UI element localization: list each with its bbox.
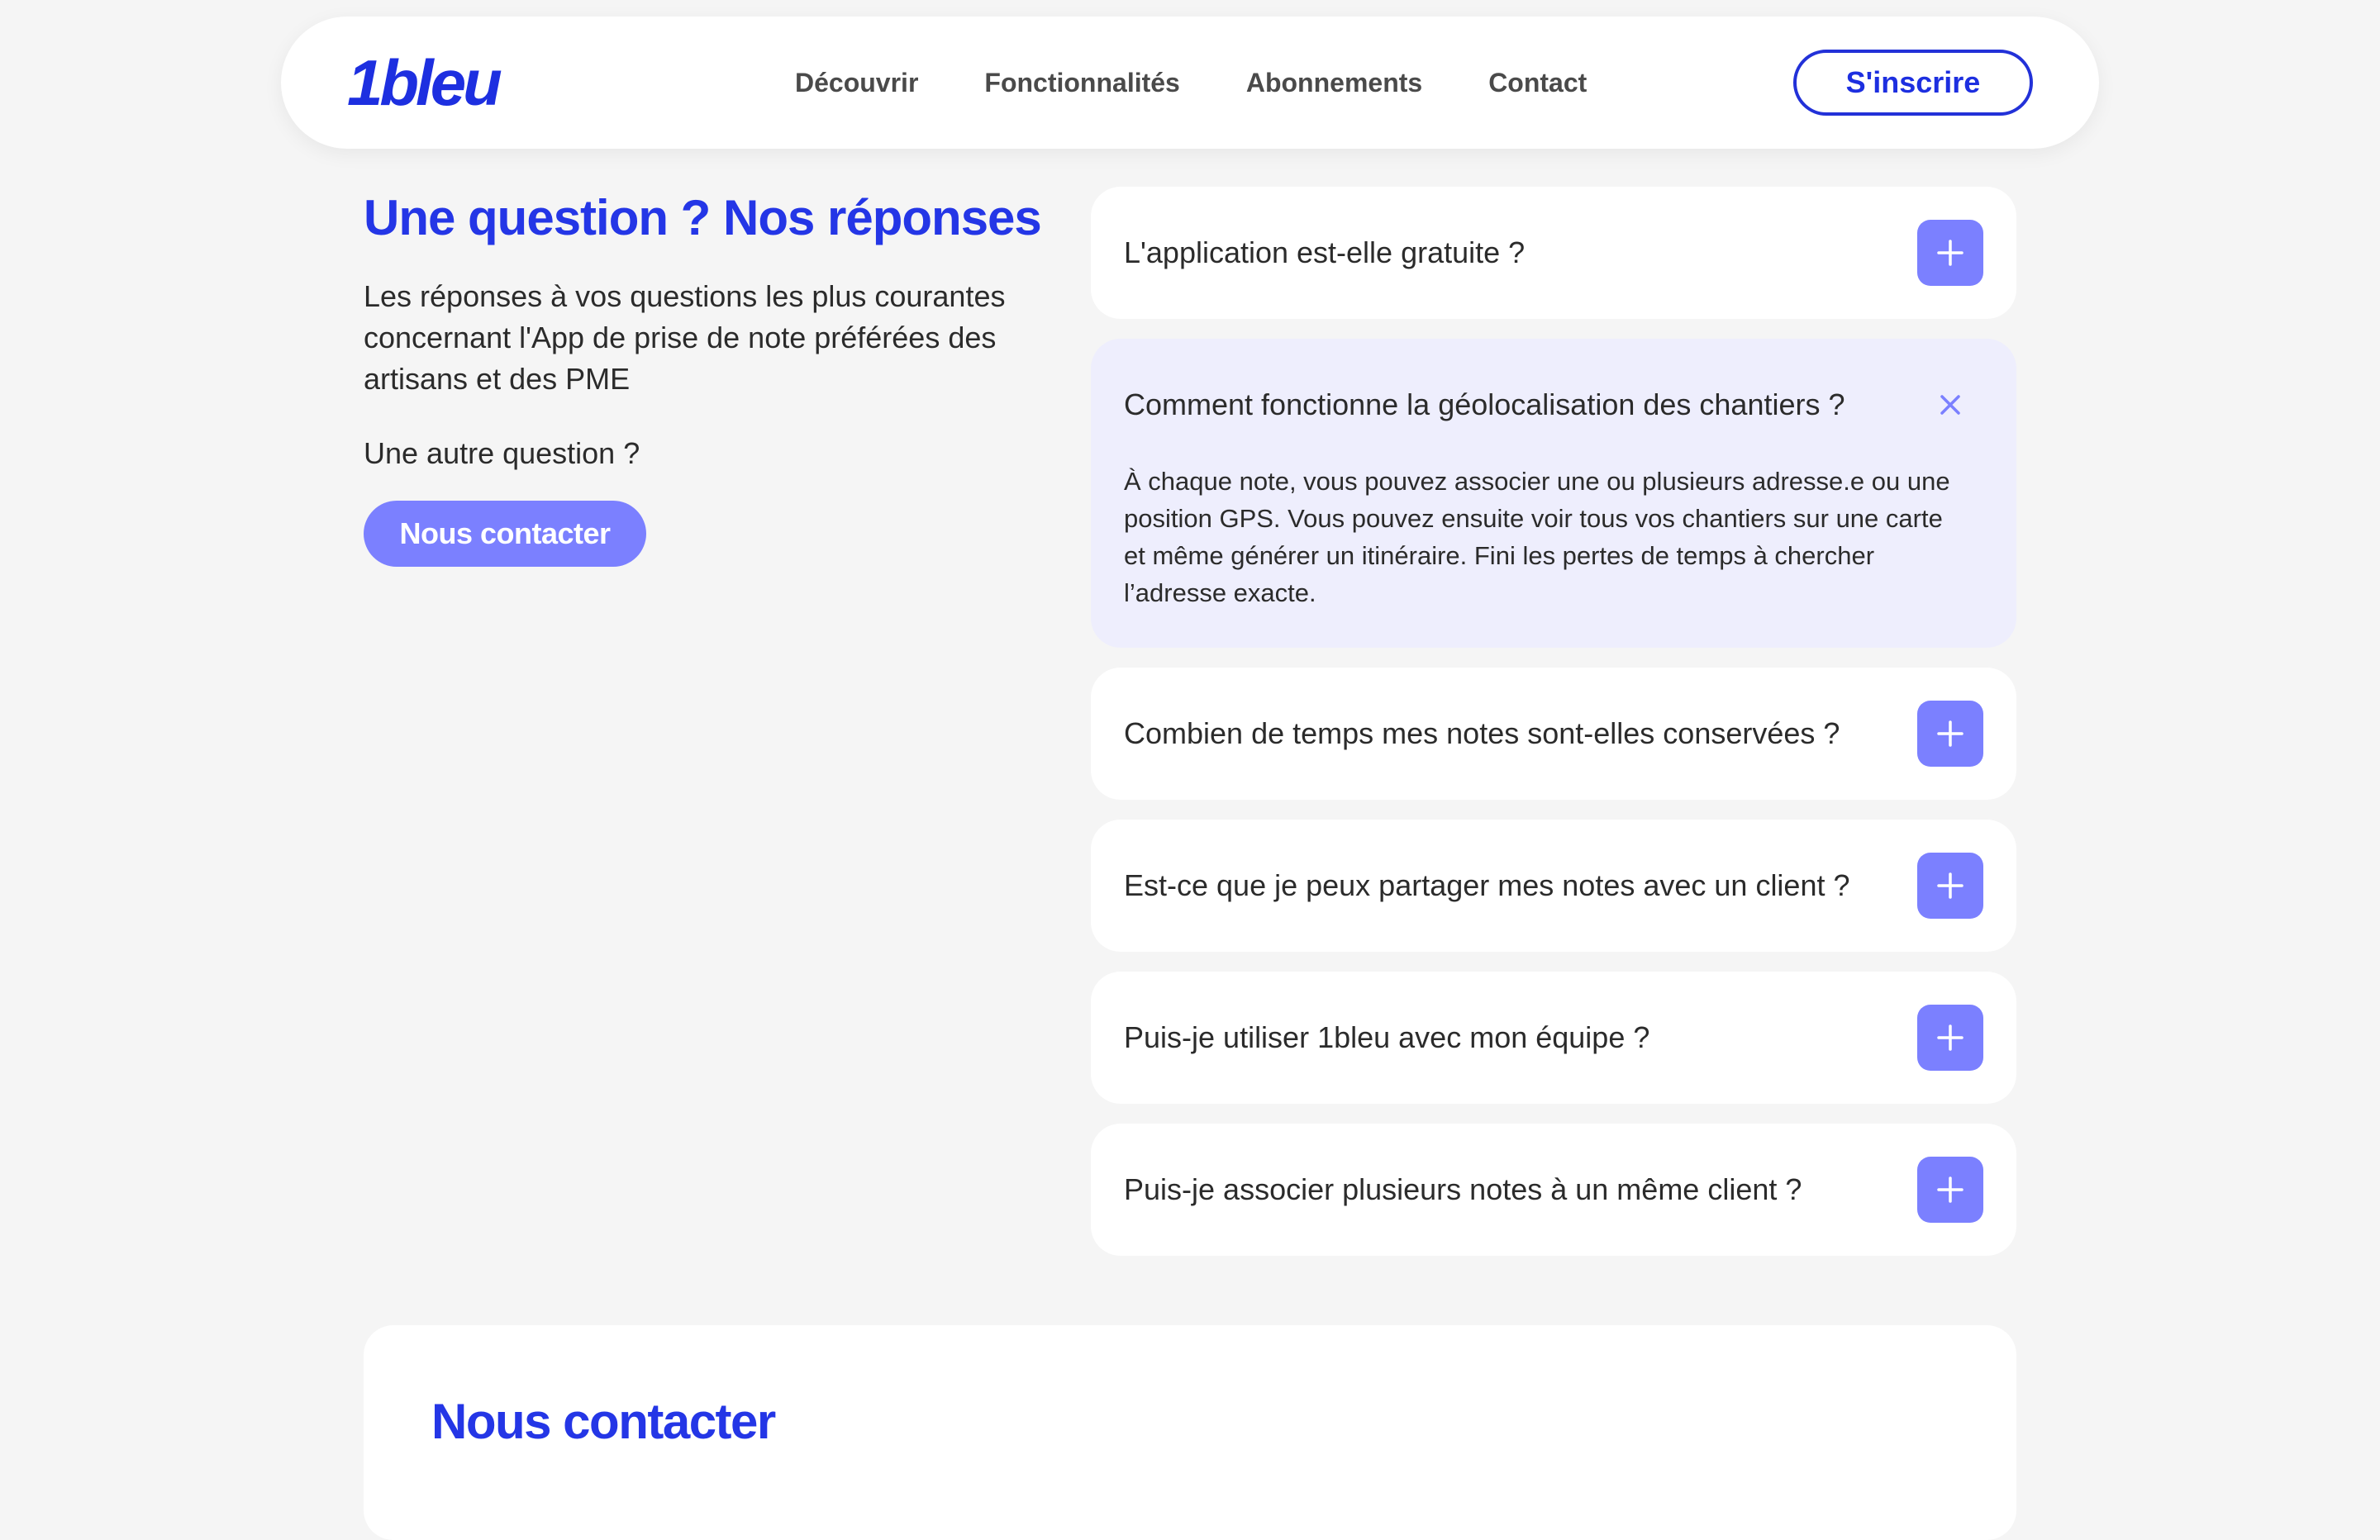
faq-item[interactable]: L'application est-elle gratuite ?	[1091, 187, 2016, 319]
faq-item[interactable]: Combien de temps mes notes sont-elles co…	[1091, 668, 2016, 800]
expand-button[interactable]	[1917, 220, 1983, 286]
navbar: 1bleu Découvrir Fonctionnalités Abonneme…	[281, 17, 2099, 149]
faq-other-question: Une autre question ?	[364, 436, 640, 470]
faq-item-header[interactable]: Comment fonctionne la géolocalisation de…	[1124, 339, 1983, 471]
faq-item-header[interactable]: Est-ce que je peux partager mes notes av…	[1124, 820, 1983, 952]
faq-intro: Une question ? Nos réponses Les réponses…	[364, 183, 1042, 567]
nav-link-contact[interactable]: Contact	[1488, 68, 1587, 98]
close-icon	[1940, 395, 1960, 415]
main-nav: Découvrir Fonctionnalités Abonnements Co…	[795, 17, 1587, 149]
faq-title: Une question ? Nos réponses	[364, 190, 1042, 245]
nav-link-decouvrir[interactable]: Découvrir	[795, 68, 918, 98]
signup-button[interactable]: S'inscrire	[1793, 50, 2033, 116]
plus-icon	[1937, 720, 1963, 747]
faq-question: L'application est-elle gratuite ?	[1124, 235, 1526, 269]
faq-question: Est-ce que je peux partager mes notes av…	[1124, 868, 1850, 902]
expand-button[interactable]	[1917, 701, 1983, 767]
faq-item-header[interactable]: L'application est-elle gratuite ?	[1124, 187, 1983, 319]
plus-icon	[1937, 240, 1963, 266]
faq-answer: À chaque note, vous pouvez associer une …	[1124, 467, 1950, 607]
nav-link-abonnements[interactable]: Abonnements	[1246, 68, 1422, 98]
faq-item-header[interactable]: Combien de temps mes notes sont-elles co…	[1124, 668, 1983, 800]
collapse-button[interactable]	[1917, 372, 1983, 438]
faq-item-header[interactable]: Puis-je associer plusieurs notes à un mê…	[1124, 1124, 1983, 1256]
plus-icon	[1937, 1176, 1963, 1203]
faq-item[interactable]: Est-ce que je peux partager mes notes av…	[1091, 820, 2016, 952]
contact-title: Nous contacter	[431, 1394, 776, 1449]
faq-question: Combien de temps mes notes sont-elles co…	[1124, 716, 1840, 750]
expand-button[interactable]	[1917, 1157, 1983, 1223]
plus-icon	[1937, 1024, 1963, 1051]
contact-button[interactable]: Nous contacter	[364, 501, 646, 567]
faq-description: Les réponses à vos questions les plus co…	[364, 279, 1006, 396]
faq-item-open[interactable]: Comment fonctionne la géolocalisation de…	[1091, 339, 2016, 648]
contact-section: Nous contacter	[364, 1325, 2016, 1540]
faq-question: Puis-je utiliser 1bleu avec mon équipe ?	[1124, 1020, 1650, 1054]
faq-item-header[interactable]: Puis-je utiliser 1bleu avec mon équipe ?	[1124, 972, 1983, 1104]
plus-icon	[1937, 872, 1963, 899]
faq-item[interactable]: Puis-je utiliser 1bleu avec mon équipe ?	[1091, 972, 2016, 1104]
nav-link-fonctionnalites[interactable]: Fonctionnalités	[984, 68, 1179, 98]
expand-button[interactable]	[1917, 853, 1983, 919]
faq-list: L'application est-elle gratuite ? Commen…	[1091, 187, 2016, 1276]
faq-question: Puis-je associer plusieurs notes à un mê…	[1124, 1172, 1802, 1206]
expand-button[interactable]	[1917, 1005, 1983, 1071]
logo[interactable]: 1bleu	[347, 46, 502, 119]
faq-item[interactable]: Puis-je associer plusieurs notes à un mê…	[1091, 1124, 2016, 1256]
faq-question: Comment fonctionne la géolocalisation de…	[1124, 387, 1845, 421]
